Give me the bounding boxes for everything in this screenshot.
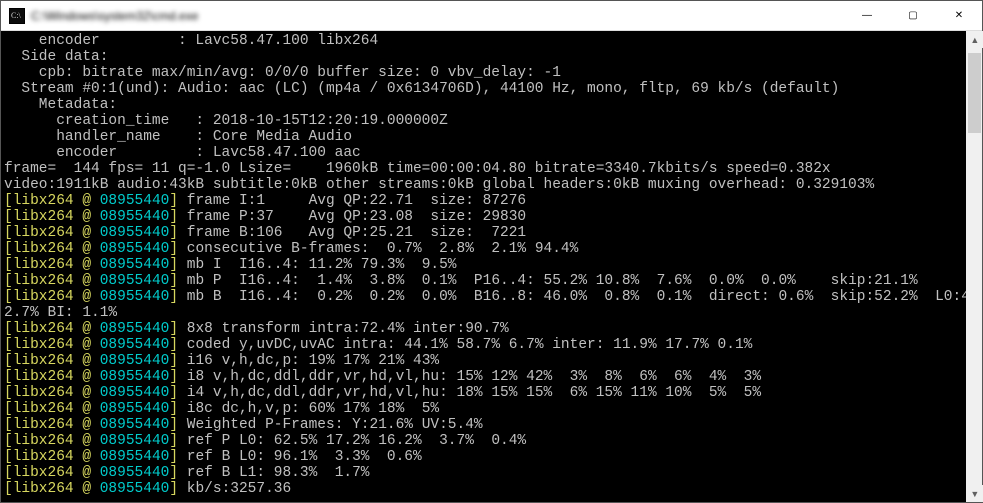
console-output[interactable]: encoder : Lavc58.47.100 libx264 Side dat… — [1, 31, 966, 502]
console-line: [libx264 @ 08955440] i8 v,h,dc,ddl,ddr,v… — [4, 369, 963, 385]
console-line: 2.7% BI: 1.1% — [4, 305, 963, 321]
scroll-down-button[interactable]: ▼ — [966, 485, 983, 502]
console-line: [libx264 @ 08955440] i4 v,h,dc,ddl,ddr,v… — [4, 385, 963, 401]
console-line: [libx264 @ 08955440] ref B L1: 98.3% 1.7… — [4, 465, 963, 481]
console-line: Side data: — [4, 49, 963, 65]
window-title: C:\Windows\system32\cmd.exe — [31, 9, 206, 23]
close-icon: ✕ — [955, 10, 963, 21]
console-line: [libx264 @ 08955440] mb I I16..4: 11.2% … — [4, 257, 963, 273]
console-line: creation_time : 2018-10-15T12:20:19.0000… — [4, 113, 963, 129]
console-line: [libx264 @ 08955440] mb P I16..4: 1.4% 3… — [4, 273, 963, 289]
client-area: encoder : Lavc58.47.100 libx264 Side dat… — [1, 31, 982, 502]
console-line: [libx264 @ 08955440] ref B L0: 96.1% 3.3… — [4, 449, 963, 465]
console-line: [libx264 @ 08955440] i8c dc,h,v,p: 60% 1… — [4, 401, 963, 417]
console-line: [libx264 @ 08955440] i16 v,h,dc,p: 19% 1… — [4, 353, 963, 369]
console-line: video:1911kB audio:43kB subtitle:0kB oth… — [4, 177, 963, 193]
console-line: [libx264 @ 08955440] ref P L0: 62.5% 17.… — [4, 433, 963, 449]
minimize-button[interactable]: — — [844, 1, 890, 31]
minimize-icon: — — [862, 10, 872, 21]
scroll-up-button[interactable]: ▲ — [966, 31, 983, 48]
scroll-thumb[interactable] — [968, 53, 981, 133]
vertical-scrollbar[interactable]: ▲ ▼ — [966, 31, 982, 502]
console-line: frame= 144 fps= 11 q=-1.0 Lsize= 1960kB … — [4, 161, 963, 177]
console-line: handler_name : Core Media Audio — [4, 129, 963, 145]
title-bar[interactable]: C:\ C:\Windows\system32\cmd.exe — ▢ ✕ — [1, 1, 982, 31]
svg-text:C:\: C:\ — [11, 11, 22, 20]
console-line: [libx264 @ 08955440] frame I:1 Avg QP:22… — [4, 193, 963, 209]
console-line: [libx264 @ 08955440] 8x8 transform intra… — [4, 321, 963, 337]
console-line: [libx264 @ 08955440] frame B:106 Avg QP:… — [4, 225, 963, 241]
console-line: Stream #0:1(und): Audio: aac (LC) (mp4a … — [4, 81, 963, 97]
console-line: [libx264 @ 08955440] coded y,uvDC,uvAC i… — [4, 337, 963, 353]
console-line: [libx264 @ 08955440] kb/s:3257.36 — [4, 481, 963, 497]
console-line: encoder : Lavc58.47.100 aac — [4, 145, 963, 161]
console-line: cpb: bitrate max/min/avg: 0/0/0 buffer s… — [4, 65, 963, 81]
window-frame: C:\ C:\Windows\system32\cmd.exe — ▢ ✕ en… — [0, 0, 983, 503]
console-line: [libx264 @ 08955440] consecutive B-frame… — [4, 241, 963, 257]
console-line: [libx264 @ 08955440] Weighted P-Frames: … — [4, 417, 963, 433]
console-line: [libx264 @ 08955440] frame P:37 Avg QP:2… — [4, 209, 963, 225]
close-button[interactable]: ✕ — [936, 1, 982, 31]
maximize-icon: ▢ — [908, 10, 917, 21]
maximize-button[interactable]: ▢ — [890, 1, 936, 31]
console-line: [libx264 @ 08955440] mb B I16..4: 0.2% 0… — [4, 289, 963, 305]
console-line: Metadata: — [4, 97, 963, 113]
console-line: encoder : Lavc58.47.100 libx264 — [4, 33, 963, 49]
cmd-icon: C:\ — [9, 8, 25, 24]
